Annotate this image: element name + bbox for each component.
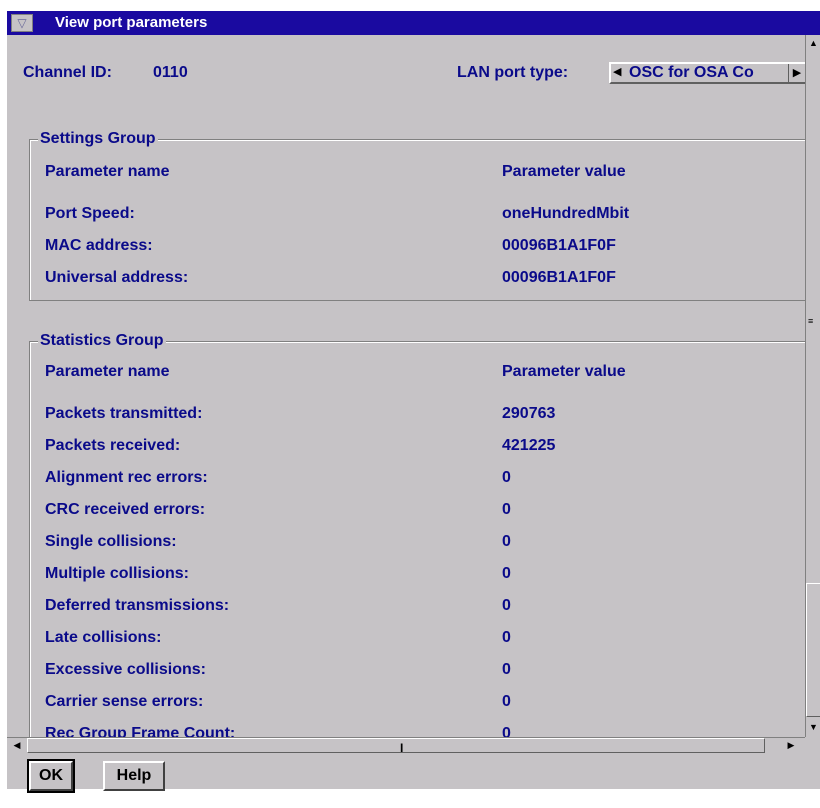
settings-col-name: Parameter name bbox=[45, 163, 170, 180]
scroll-left-arrow-icon[interactable]: ◀ bbox=[9, 738, 25, 753]
stat-row-value: 0 bbox=[502, 501, 511, 518]
stat-row-name: Deferred transmissions: bbox=[45, 597, 230, 614]
settings-group-title: Settings Group bbox=[38, 129, 158, 149]
scroll-grip-icon: ≡ bbox=[808, 316, 814, 326]
stat-row-value: 0 bbox=[502, 597, 511, 614]
settings-row-value: oneHundredMbit bbox=[502, 205, 630, 222]
settings-col-value: Parameter value bbox=[502, 163, 626, 180]
statistics-col-value: Parameter value bbox=[502, 363, 626, 380]
stat-row-name: Rec Group Frame Count: bbox=[45, 725, 236, 737]
stat-row-value: 421225 bbox=[502, 437, 556, 454]
settings-row-name: Port Speed: bbox=[45, 205, 135, 222]
stat-row-name: Multiple collisions: bbox=[45, 565, 190, 582]
lan-port-type-value: OSC for OSA Co bbox=[629, 64, 754, 81]
settings-group: Settings Group Parameter name Parameter … bbox=[29, 129, 805, 301]
statistics-group: Statistics Group Parameter name Paramete… bbox=[29, 331, 805, 737]
scroll-up-arrow-icon[interactable]: ▲ bbox=[806, 35, 820, 51]
lan-port-type-spinner[interactable]: ◀ OSC for OSA Co ▶ bbox=[609, 62, 805, 84]
settings-row-name: MAC address: bbox=[45, 237, 153, 254]
dialog-window: ▽ View port parameters Channel ID: 0110 … bbox=[6, 10, 820, 793]
help-button-label: Help bbox=[116, 767, 152, 784]
dialog-content: Channel ID: 0110 LAN port type: ◀ OSC fo… bbox=[7, 35, 805, 737]
stat-row-name: Packets received: bbox=[45, 437, 181, 454]
stat-row-name: Excessive collisions: bbox=[45, 661, 206, 678]
title-bar[interactable]: ▽ View port parameters bbox=[7, 11, 820, 35]
horizontal-scrollbar[interactable]: ◀ |||| ▶ bbox=[7, 737, 805, 753]
channel-id-value: 0110 bbox=[153, 64, 188, 81]
stat-row-name: Single collisions: bbox=[45, 533, 177, 550]
stat-row-value: 0 bbox=[502, 469, 511, 486]
settings-row-value: 00096B1A1F0F bbox=[502, 269, 616, 286]
stat-row-value: 0 bbox=[502, 533, 511, 550]
stat-row-value: 0 bbox=[502, 661, 511, 678]
vertical-scroll-thumb[interactable] bbox=[806, 583, 820, 717]
horizontal-scroll-thumb[interactable]: |||| bbox=[27, 738, 765, 753]
spin-left-arrow-icon[interactable]: ◀ bbox=[613, 65, 621, 78]
stat-row-value: 0 bbox=[502, 693, 511, 710]
ok-button-label: OK bbox=[39, 767, 63, 784]
stat-row-name: Packets transmitted: bbox=[45, 405, 203, 422]
system-menu-icon[interactable]: ▽ bbox=[11, 14, 33, 32]
stat-row-value: 290763 bbox=[502, 405, 556, 422]
stat-row-value: 0 bbox=[502, 565, 511, 582]
statistics-group-title: Statistics Group bbox=[38, 331, 166, 351]
vertical-scrollbar[interactable]: ▲ ≡ ▼ bbox=[805, 35, 820, 737]
stat-row-name: CRC received errors: bbox=[45, 501, 206, 518]
settings-row-name: Universal address: bbox=[45, 269, 189, 286]
window-title: View port parameters bbox=[55, 14, 208, 31]
spin-right-arrow-icon[interactable]: ▶ bbox=[788, 64, 805, 82]
settings-row-value: 00096B1A1F0F bbox=[502, 237, 616, 254]
stat-row-value: 0 bbox=[502, 725, 511, 737]
stat-row-value: 0 bbox=[502, 629, 511, 646]
stat-row-name: Alignment rec errors: bbox=[45, 469, 208, 486]
stat-row-name: Carrier sense errors: bbox=[45, 693, 204, 710]
ok-button[interactable]: OK bbox=[27, 759, 75, 793]
help-button[interactable]: Help bbox=[103, 761, 165, 791]
scroll-down-arrow-icon[interactable]: ▼ bbox=[806, 719, 820, 735]
scroll-right-arrow-icon[interactable]: ▶ bbox=[783, 738, 799, 753]
channel-id-label: Channel ID: bbox=[23, 64, 112, 81]
statistics-col-name: Parameter name bbox=[45, 363, 170, 380]
stat-row-name: Late collisions: bbox=[45, 629, 162, 646]
scroll-grip-icon: |||| bbox=[400, 742, 404, 752]
lan-port-type-label: LAN port type: bbox=[457, 64, 569, 81]
